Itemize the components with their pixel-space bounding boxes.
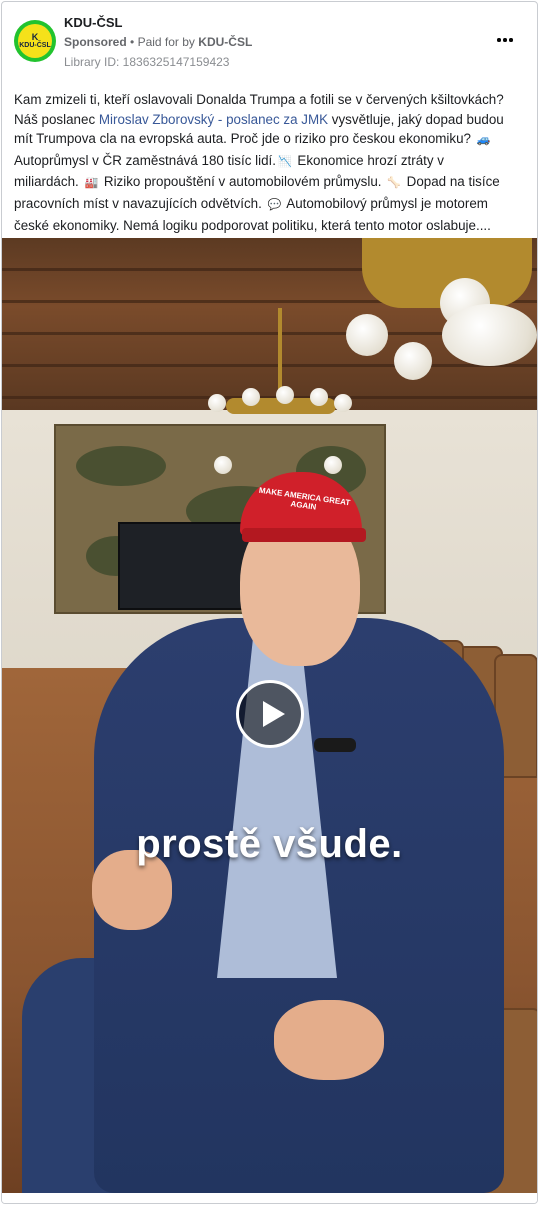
post-line: mít Trumpova cla na evropská auta. Proč … <box>14 129 529 151</box>
post-line: Náš poslanec Miroslav Zborovský - poslan… <box>14 111 504 127</box>
logo-text: KDU-ČSL <box>19 41 51 49</box>
speech-bubble-emoji-icon: 💬 <box>267 198 282 211</box>
post-header: K KDU-ČSL KDU-ČSL Sponsored • Paid for b… <box>2 2 537 82</box>
sponsored-meta: Sponsored • Paid for by KDU-ČSL <box>64 35 252 49</box>
lapel-mic <box>314 738 356 752</box>
red-cap-brim <box>242 528 366 542</box>
more-horizontal-icon <box>496 38 514 42</box>
library-id: Library ID: 1836325147159423 <box>64 55 230 69</box>
post-line: Autoprůmysl v ČR zaměstnává 180 tisíc li… <box>14 151 529 173</box>
video-caption: prostě všude. <box>136 822 403 866</box>
chandelier-left <box>206 308 356 478</box>
post-line: miliardách. 🏭 Riziko propouštění v autom… <box>14 172 529 194</box>
kdu-logo: K KDU-ČSL <box>18 24 52 58</box>
bone-emoji-icon: 🦴 <box>387 177 401 190</box>
paid-for-by-name[interactable]: KDU-ČSL <box>198 35 252 49</box>
meta-separator: • <box>130 35 135 49</box>
mentioned-page-link[interactable]: Miroslav Zborovský - poslanec za JMK <box>99 112 328 127</box>
sponsored-label: Sponsored <box>64 35 127 49</box>
video-player[interactable]: MAKE AMERICA GREAT AGAIN prostě všude. <box>2 238 537 1193</box>
factory-emoji-icon: 🏭 <box>84 177 99 190</box>
more-options-button[interactable] <box>493 30 517 50</box>
sponsored-post-card: K KDU-ČSL KDU-ČSL Sponsored • Paid for b… <box>1 1 538 1204</box>
chart-down-emoji-icon: 📉 <box>277 155 292 168</box>
post-body-text: Kam zmizeli ti, kteří oslavovali Donalda… <box>14 90 529 235</box>
page-avatar[interactable]: K KDU-ČSL <box>14 20 56 62</box>
post-line: české ekonomiky. Nemá logiku podporovat … <box>14 217 491 233</box>
wall-tv <box>118 522 250 610</box>
play-button[interactable] <box>236 680 304 748</box>
post-line: pracovních míst v navazujících odvětvích… <box>14 194 529 216</box>
car-emoji-icon: 🚙 <box>476 134 491 147</box>
post-line: Kam zmizeli ti, kteří oslavovali Donalda… <box>14 92 504 107</box>
person-hand-right <box>274 1000 384 1080</box>
post-footer <box>2 1193 537 1203</box>
logo-mark: K <box>31 31 39 42</box>
play-icon <box>263 701 285 727</box>
page-name-link[interactable]: KDU-ČSL <box>64 15 123 30</box>
chandelier-right <box>342 238 537 388</box>
paid-for-by-prefix: Paid for by <box>137 35 195 49</box>
